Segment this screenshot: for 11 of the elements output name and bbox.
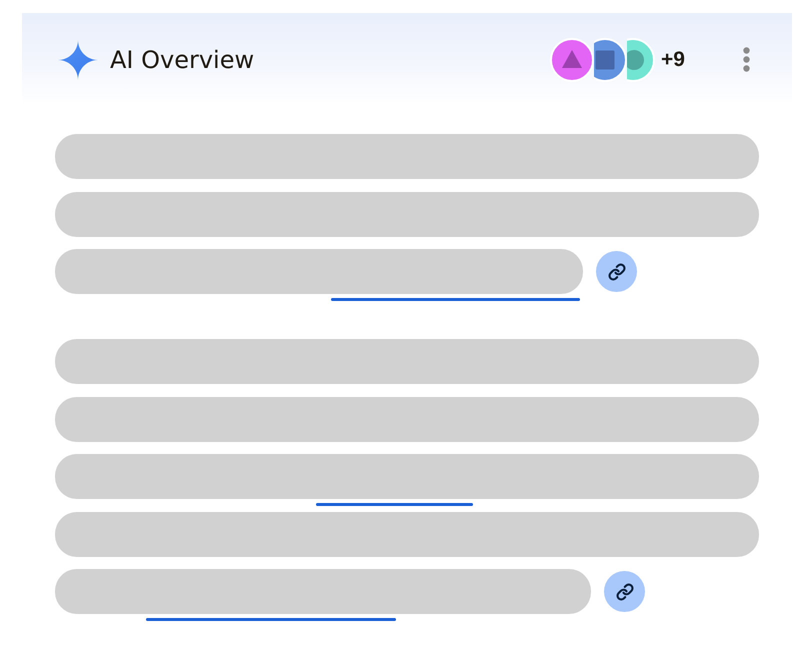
link-icon bbox=[616, 582, 634, 600]
sparkle-icon bbox=[58, 40, 98, 80]
link-button[interactable] bbox=[604, 571, 645, 612]
overview-title: AI Overview bbox=[110, 46, 254, 74]
circle-avatar-icon[interactable] bbox=[627, 38, 656, 82]
link-button[interactable] bbox=[596, 251, 637, 292]
triangle-avatar-icon[interactable] bbox=[550, 38, 594, 82]
more-sources-count[interactable]: +9 bbox=[661, 48, 685, 72]
link-icon bbox=[608, 262, 626, 280]
square-avatar-icon[interactable] bbox=[594, 38, 628, 82]
kebab-menu-icon bbox=[742, 47, 750, 72]
